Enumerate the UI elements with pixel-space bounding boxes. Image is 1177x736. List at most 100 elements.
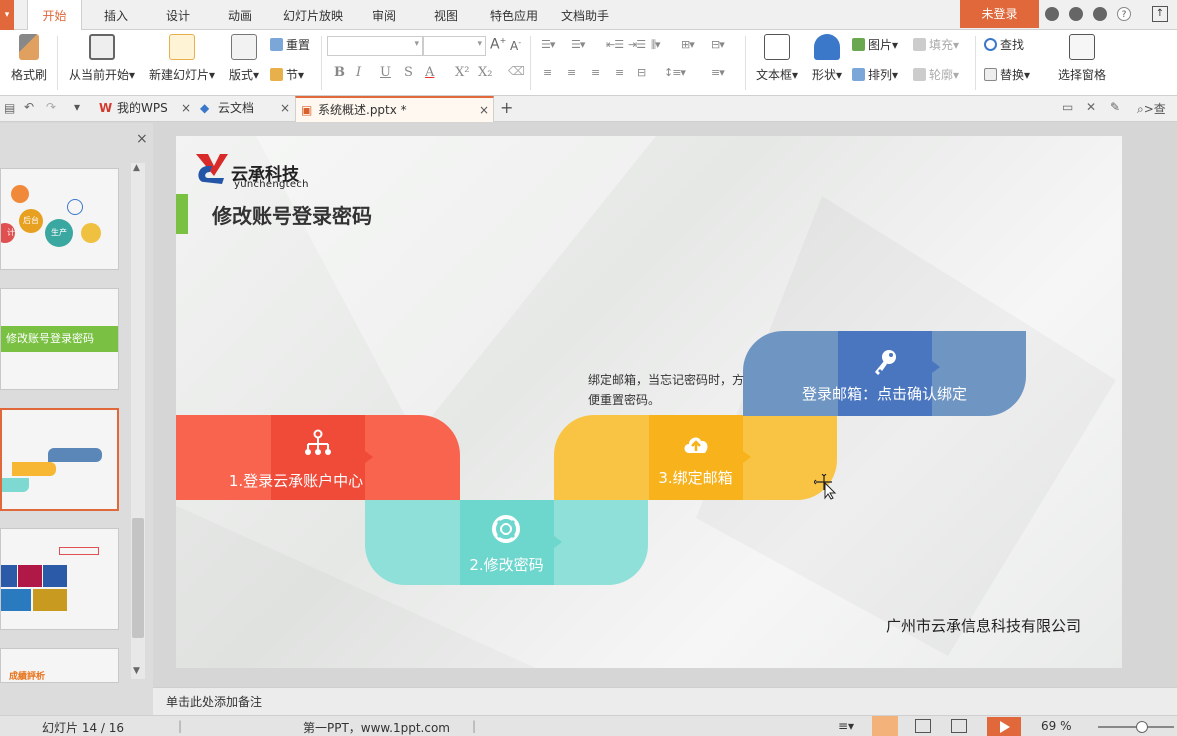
- skin-icon[interactable]: [1045, 7, 1059, 21]
- redo-icon[interactable]: ↷: [46, 100, 56, 114]
- tab-view[interactable]: 视图: [420, 0, 472, 30]
- screen-icon[interactable]: ▭: [1062, 100, 1073, 114]
- settings-icon[interactable]: [1069, 7, 1083, 21]
- font-size-select[interactable]: [423, 36, 486, 56]
- login-button[interactable]: 未登录: [960, 0, 1039, 28]
- help-icon[interactable]: ?: [1117, 7, 1131, 21]
- quick-save-icon[interactable]: ▤: [4, 101, 15, 115]
- close-panel-icon[interactable]: ×: [136, 131, 148, 147]
- scrollbar-thumb[interactable]: [132, 518, 144, 638]
- tab-slideshow[interactable]: 幻灯片放映: [276, 0, 350, 30]
- normal-view-icon[interactable]: [872, 716, 898, 736]
- slide-title[interactable]: 修改账号登录密码: [212, 200, 372, 229]
- tab-design[interactable]: 设计: [152, 0, 204, 30]
- paragraph-spacing-icon[interactable]: ≡▾: [711, 66, 725, 79]
- close-icon[interactable]: ×: [479, 98, 489, 123]
- font-color-button[interactable]: A: [425, 65, 434, 80]
- picture-button[interactable]: 图片▾: [852, 36, 898, 53]
- scroll-up-icon[interactable]: ▲: [133, 163, 140, 173]
- notes-toggle-icon[interactable]: ≡▾: [838, 719, 854, 733]
- thumbnail-scrollbar[interactable]: ▲ ▼: [131, 163, 145, 679]
- line-spacing-icon[interactable]: ↕≡▾: [664, 66, 686, 79]
- scroll-down-icon[interactable]: ▼: [133, 666, 140, 676]
- arrange-button[interactable]: 排列▾: [852, 66, 898, 83]
- thumb-block: [43, 565, 67, 587]
- slide-thumbnail[interactable]: 修改账号登录密码: [0, 288, 119, 390]
- slide-thumbnail-current[interactable]: [0, 408, 119, 511]
- outdent-icon[interactable]: ⇤☰: [606, 38, 624, 51]
- align-right-icon[interactable]: ≡: [591, 66, 600, 79]
- zoom-level[interactable]: 69 %: [1041, 719, 1072, 733]
- slide-thumbnail[interactable]: [0, 528, 119, 630]
- doc-tab-pptx[interactable]: ▣ 系统概述.pptx * ×: [295, 96, 494, 122]
- doc-tab-cloud[interactable]: ◆ 云文档 ×: [196, 96, 294, 122]
- subscript-button[interactable]: X₂: [478, 65, 492, 80]
- clear-format-icon[interactable]: ⌫: [508, 64, 525, 78]
- superscript-button[interactable]: X²: [455, 65, 469, 80]
- underline-button[interactable]: U: [380, 65, 391, 80]
- align-center-icon[interactable]: ≡: [567, 66, 576, 79]
- slide-sorter-icon[interactable]: [915, 719, 931, 733]
- search-box[interactable]: ⌕>查: [1137, 100, 1166, 117]
- text-direction-icon[interactable]: ⊞▾: [681, 38, 695, 51]
- slide-thumbnail[interactable]: 成績評析: [0, 648, 119, 683]
- arrange-icon: [852, 68, 865, 81]
- undo-icon[interactable]: ↶: [24, 100, 34, 114]
- tab-insert[interactable]: 插入: [90, 0, 142, 30]
- reset-button[interactable]: 重置: [270, 36, 310, 53]
- doc-tab-mywps[interactable]: W 我的WPS ×: [95, 96, 195, 122]
- textbox-button[interactable]: 文本框▾: [753, 34, 801, 83]
- bullet-list-icon[interactable]: ☰▾: [541, 38, 555, 51]
- from-current-button[interactable]: 从当前开始▾: [66, 34, 138, 83]
- tools-icon[interactable]: ✎: [1110, 100, 1120, 114]
- tab-doc-assistant[interactable]: 文档助手: [553, 0, 617, 30]
- font-name-select[interactable]: [327, 36, 423, 56]
- tab-animation[interactable]: 动画: [214, 0, 266, 30]
- collapse-icon[interactable]: ↑: [1152, 6, 1168, 22]
- shrink-font-icon[interactable]: A-: [510, 38, 521, 53]
- align-text-icon[interactable]: ⊟▾: [711, 38, 725, 51]
- shape-button[interactable]: 形状▾: [808, 34, 846, 83]
- layout-button[interactable]: 版式▾: [225, 34, 263, 83]
- distribute-icon[interactable]: ⊟: [637, 66, 646, 79]
- pin-icon[interactable]: ✕: [1086, 100, 1096, 114]
- outline-button[interactable]: 轮廓▾: [913, 66, 959, 83]
- justify-icon[interactable]: ≡: [615, 66, 624, 79]
- feedback-icon[interactable]: [1093, 7, 1107, 21]
- step-2-shape[interactable]: 2.修改密码: [365, 500, 648, 585]
- slide-thumbnail[interactable]: 后台 生产 计: [0, 168, 119, 270]
- align-left-icon[interactable]: ≡: [543, 66, 552, 79]
- tab-special[interactable]: 特色应用: [482, 0, 546, 30]
- columns-icon[interactable]: ⫼▾: [651, 38, 661, 52]
- tab-home[interactable]: 开始: [27, 0, 82, 31]
- annotation-text[interactable]: 绑定邮箱，当忘记密码时，方便重置密码。: [588, 370, 748, 410]
- fill-button[interactable]: 填充▾: [913, 36, 959, 53]
- new-slide-button[interactable]: 新建幻灯片▾: [146, 34, 218, 83]
- select-pane-button[interactable]: 选择窗格: [1054, 34, 1110, 83]
- close-icon[interactable]: ×: [280, 96, 290, 121]
- shadow-button[interactable]: S: [404, 65, 413, 80]
- new-tab-button[interactable]: +: [500, 98, 513, 117]
- replace-button[interactable]: 替换▾: [984, 66, 1030, 83]
- italic-button[interactable]: I: [356, 65, 361, 80]
- bold-button[interactable]: B: [334, 65, 345, 80]
- find-button[interactable]: 查找: [984, 36, 1024, 53]
- company-name[interactable]: 广州市云承信息科技有限公司: [886, 615, 1081, 636]
- app-menu-button[interactable]: ▾: [0, 0, 14, 30]
- zoom-slider-knob[interactable]: [1136, 721, 1148, 733]
- step-3-shape[interactable]: 3.绑定邮箱: [554, 415, 837, 500]
- reading-view-icon[interactable]: [951, 719, 967, 733]
- format-painter-button[interactable]: 格式刷: [8, 34, 50, 83]
- play-slideshow-button[interactable]: [987, 717, 1021, 736]
- tab-review[interactable]: 审阅: [360, 0, 408, 30]
- slide-canvas[interactable]: 云承科技 yunchengtech 修改账号登录密码 1.登录云承账户中心 2.…: [176, 136, 1122, 668]
- close-icon[interactable]: ×: [181, 96, 191, 121]
- step-1-shape[interactable]: 1.登录云承账户中心: [176, 415, 460, 500]
- indent-icon[interactable]: ⇥☰: [628, 38, 646, 51]
- quick-access-dropdown-icon[interactable]: ▾: [74, 100, 80, 114]
- section-button[interactable]: 节▾: [270, 66, 304, 83]
- numbered-list-icon[interactable]: ☰▾: [571, 38, 585, 51]
- grow-font-icon[interactable]: A+: [490, 36, 506, 53]
- step-4-shape[interactable]: 登录邮箱：点击确认绑定: [743, 331, 1026, 416]
- notes-pane[interactable]: 单击此处添加备注: [153, 687, 1177, 715]
